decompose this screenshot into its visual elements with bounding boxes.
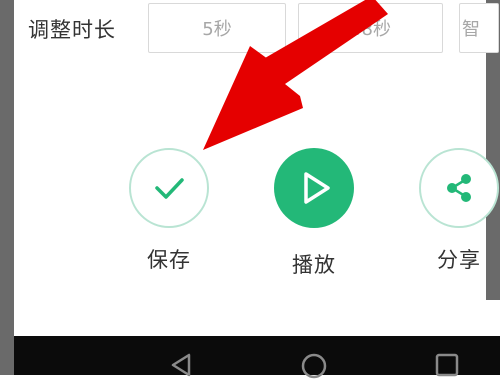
duration-label: 调整时长 (28, 18, 116, 42)
share-button[interactable]: 分享 (410, 148, 500, 274)
share-circle[interactable] (419, 148, 499, 228)
system-nav-bar (14, 336, 500, 379)
share-icon (447, 174, 471, 202)
play-button[interactable]: 播放 (265, 148, 363, 279)
share-label: 分享 (437, 248, 481, 272)
recents-icon[interactable] (434, 352, 460, 378)
play-label: 播放 (292, 253, 336, 277)
duration-option-5s[interactable]: 5秒 (148, 3, 286, 53)
save-label: 保存 (147, 248, 191, 272)
duration-option-48s[interactable]: 48秒 (298, 3, 443, 53)
check-icon (155, 178, 184, 199)
play-circle[interactable] (274, 148, 354, 228)
back-icon[interactable] (169, 352, 195, 378)
duration-option-smart[interactable]: 智 (459, 3, 499, 53)
left-screen-bezel (0, 0, 14, 375)
save-circle[interactable] (129, 148, 209, 228)
save-button[interactable]: 保存 (120, 148, 218, 274)
home-icon[interactable] (300, 352, 328, 380)
play-icon (304, 172, 330, 204)
